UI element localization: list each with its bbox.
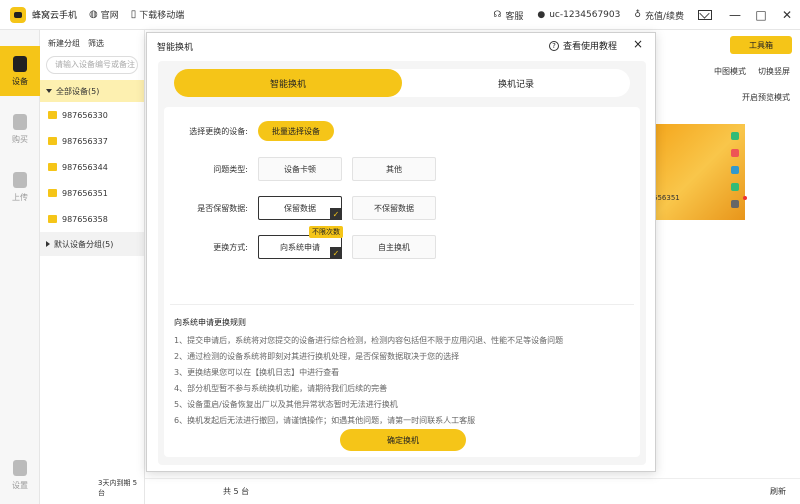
- group-all-devices[interactable]: 全部设备(5): [40, 80, 144, 102]
- crown-icon: [48, 163, 57, 171]
- tab-switch-history[interactable]: 换机记录: [402, 69, 630, 97]
- device-row[interactable]: 987656344: [40, 154, 144, 180]
- device-row[interactable]: 987656330: [40, 102, 144, 128]
- app-icon: [731, 149, 739, 158]
- issue-other-option[interactable]: 其他: [352, 157, 436, 181]
- self-switch-option[interactable]: 自主换机: [352, 235, 436, 259]
- globe-icon: ◍: [89, 9, 98, 20]
- nav-item-buy[interactable]: 购买: [0, 104, 40, 154]
- app-logo-icon: [10, 6, 26, 23]
- website-link[interactable]: ◍ 官网: [89, 8, 119, 21]
- rules-title: 向系统申请更换规则: [174, 318, 246, 327]
- check-icon: ✓: [330, 247, 342, 259]
- discard-data-option[interactable]: 不保留数据: [352, 196, 436, 220]
- select-device-label: 选择更换的设备:: [189, 126, 248, 136]
- rule-item: 1、提交申请后，系统将对您提交的设备进行综合检测，检测内容包括但不限于应用闪退、…: [174, 336, 564, 345]
- caret-down-icon: [46, 89, 52, 93]
- crown-icon: [48, 137, 57, 145]
- caret-right-icon: [46, 241, 50, 247]
- question-icon: ?: [548, 40, 559, 51]
- unlimited-badge: 不限次数: [309, 226, 343, 238]
- refresh-button[interactable]: 刷新: [770, 486, 786, 497]
- app-icon: [731, 199, 739, 208]
- app-name: 蜂窝云手机: [32, 11, 78, 21]
- check-icon: ✓: [330, 208, 342, 220]
- rule-item: 4、部分机型暂不参与系统换机功能，请期待我们后续的完善: [174, 384, 388, 393]
- switch-orientation-button[interactable]: 切换竖屏: [758, 66, 790, 77]
- toolbox-button[interactable]: 工具箱: [730, 36, 792, 54]
- device-row[interactable]: 987656351: [40, 180, 144, 206]
- recharge-button[interactable]: ♁ 充值/续费: [634, 9, 684, 22]
- gear-icon: [13, 459, 27, 476]
- issue-lag-option[interactable]: 设备卡顿: [258, 157, 342, 181]
- phone-icon: [13, 55, 27, 72]
- phone-screenshot[interactable]: [653, 124, 745, 220]
- method-label: 更换方式:: [213, 242, 248, 252]
- tab-smart-switch[interactable]: 智能换机: [174, 69, 402, 97]
- device-row[interactable]: 987656358: [40, 206, 144, 232]
- filter-button[interactable]: 筛选: [88, 38, 104, 49]
- device-search-input[interactable]: 请输入设备编号或备注: [46, 56, 138, 74]
- keep-data-label: 是否保留数据:: [197, 203, 248, 213]
- rules-list: 1、提交申请后，系统将对您提交的设备进行综合检测，检测内容包括但不限于应用闪退、…: [174, 333, 634, 429]
- batch-select-button[interactable]: 批量选择设备: [258, 121, 334, 141]
- money-bag-icon: ♁: [634, 10, 641, 20]
- headset-icon: ☊: [493, 10, 502, 20]
- expiring-count: 3天内到期 5 台: [98, 479, 138, 497]
- dialog-title: 智能换机: [157, 42, 194, 53]
- help-tutorial-link[interactable]: ? 查看使用教程: [548, 39, 617, 52]
- dialog-tabs: 智能换机 换机记录: [174, 69, 630, 97]
- mode-select[interactable]: 中图模式: [714, 66, 746, 77]
- device-row[interactable]: 987656337: [40, 128, 144, 154]
- confirm-switch-button[interactable]: 确定换机: [340, 429, 466, 451]
- title-bar: 蜂窝云手机 ◍ 官网 ▯ 下载移动端 ☊ 客服 ● uc-1234567903 …: [0, 0, 800, 30]
- new-group-button[interactable]: 新建分组: [48, 38, 80, 49]
- minimize-button[interactable]: —: [722, 0, 748, 30]
- rule-item: 5、设备重启/设备恢复出厂以及其他异常状态暂时无法进行换机: [174, 400, 398, 409]
- user-icon: ●: [537, 10, 546, 20]
- mail-icon[interactable]: [698, 10, 712, 20]
- keep-data-option[interactable]: 保留数据 ✓: [258, 196, 342, 220]
- phone-label: 656351: [653, 194, 680, 202]
- left-nav: 设备 购买 上传 设置: [0, 30, 40, 504]
- close-window-button[interactable]: ✕: [774, 0, 800, 30]
- app-icon: [731, 132, 739, 141]
- group-default[interactable]: 默认设备分组(5): [40, 232, 144, 256]
- nav-item-settings[interactable]: 设置: [0, 450, 40, 500]
- maximize-button[interactable]: □: [748, 0, 774, 30]
- device-panel: 新建分组 筛选 请输入设备编号或备注 全部设备(5) 987656330 987…: [40, 30, 145, 504]
- crown-icon: [48, 215, 57, 223]
- status-dot: [743, 196, 747, 200]
- crown-icon: [48, 111, 57, 119]
- support-button[interactable]: ☊ 客服: [493, 9, 523, 22]
- preview-toggle[interactable]: 开启预览模式: [742, 92, 790, 103]
- smart-switch-dialog: 智能换机 ? 查看使用教程 × 智能换机 换机记录 选择更换的设备: 批量选择设…: [146, 32, 656, 472]
- download-mobile-link[interactable]: ▯ 下载移动端: [131, 8, 185, 21]
- nav-item-upload[interactable]: 上传: [0, 162, 40, 212]
- app-icon: [731, 182, 739, 191]
- crown-icon: [48, 189, 57, 197]
- dialog-close-button[interactable]: ×: [633, 37, 643, 51]
- system-apply-option[interactable]: 向系统申请 不限次数 ✓: [258, 226, 343, 259]
- rule-item: 2、通过检测的设备系统将即刻对其进行换机处理，是否保留数据取决于您的选择: [174, 352, 460, 361]
- cart-icon: [13, 113, 27, 130]
- nav-item-device[interactable]: 设备: [0, 46, 40, 96]
- total-count: 共 5 台: [223, 487, 250, 496]
- rule-item: 3、更换结果您可以在【换机日志】中进行查看: [174, 368, 340, 377]
- upload-icon: [13, 171, 27, 188]
- user-account[interactable]: ● uc-1234567903: [537, 10, 620, 20]
- rule-item: 6、换机发起后无法进行撤回，请谨慎操作；如遇其他问题，请第一时间联系人工客服: [174, 416, 476, 425]
- app-icon: [731, 165, 739, 174]
- mobile-icon: ▯: [130, 9, 137, 20]
- issue-type-label: 问题类型:: [213, 164, 248, 174]
- divider: [170, 304, 634, 305]
